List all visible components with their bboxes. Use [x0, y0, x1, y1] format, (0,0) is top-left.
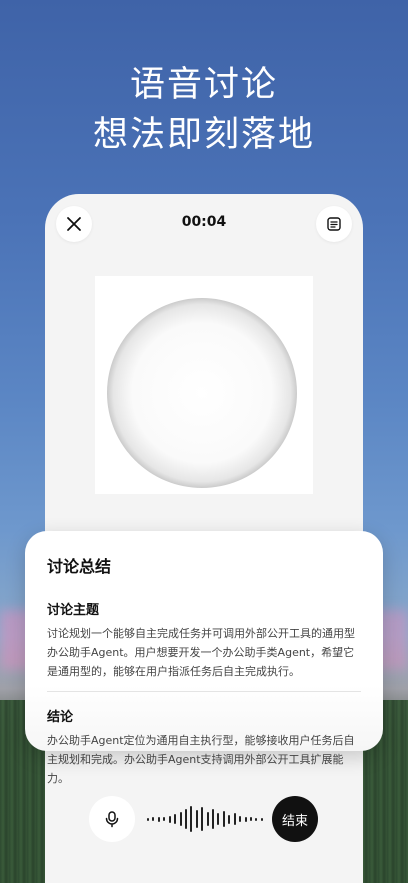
voice-orb: [107, 298, 297, 488]
microphone-icon: [105, 811, 119, 828]
transcript-button[interactable]: [316, 206, 352, 242]
end-call-button[interactable]: 结束: [272, 796, 318, 842]
section-body-topic: 讨论规划一个能够自主完成任务并可调用外部公开工具的通用型办公助手Agent。用户…: [47, 627, 355, 678]
microphone-button[interactable]: [89, 796, 135, 842]
voice-visualizer: [95, 276, 313, 494]
audio-waveform: [147, 804, 263, 834]
headline-line-1: 语音讨论: [129, 65, 278, 105]
section-heading-topic: 讨论主题: [47, 603, 100, 618]
call-controls: 结束: [45, 790, 363, 850]
section-body-conclusion: 办公助手Agent定位为通用自主执行型，能够接收用户任务后自主规划和完成。办公助…: [47, 734, 355, 785]
headline-line-2: 想法即刻落地: [92, 115, 315, 155]
summary-title: 讨论总结: [47, 557, 112, 576]
divider: [47, 691, 361, 692]
section-heading-conclusion: 结论: [47, 710, 74, 725]
list-document-icon: [327, 217, 341, 231]
summary-card: 讨论总结 讨论主题 讨论规划一个能够自主完成任务并可调用外部公开工具的通用型办公…: [25, 531, 383, 785]
